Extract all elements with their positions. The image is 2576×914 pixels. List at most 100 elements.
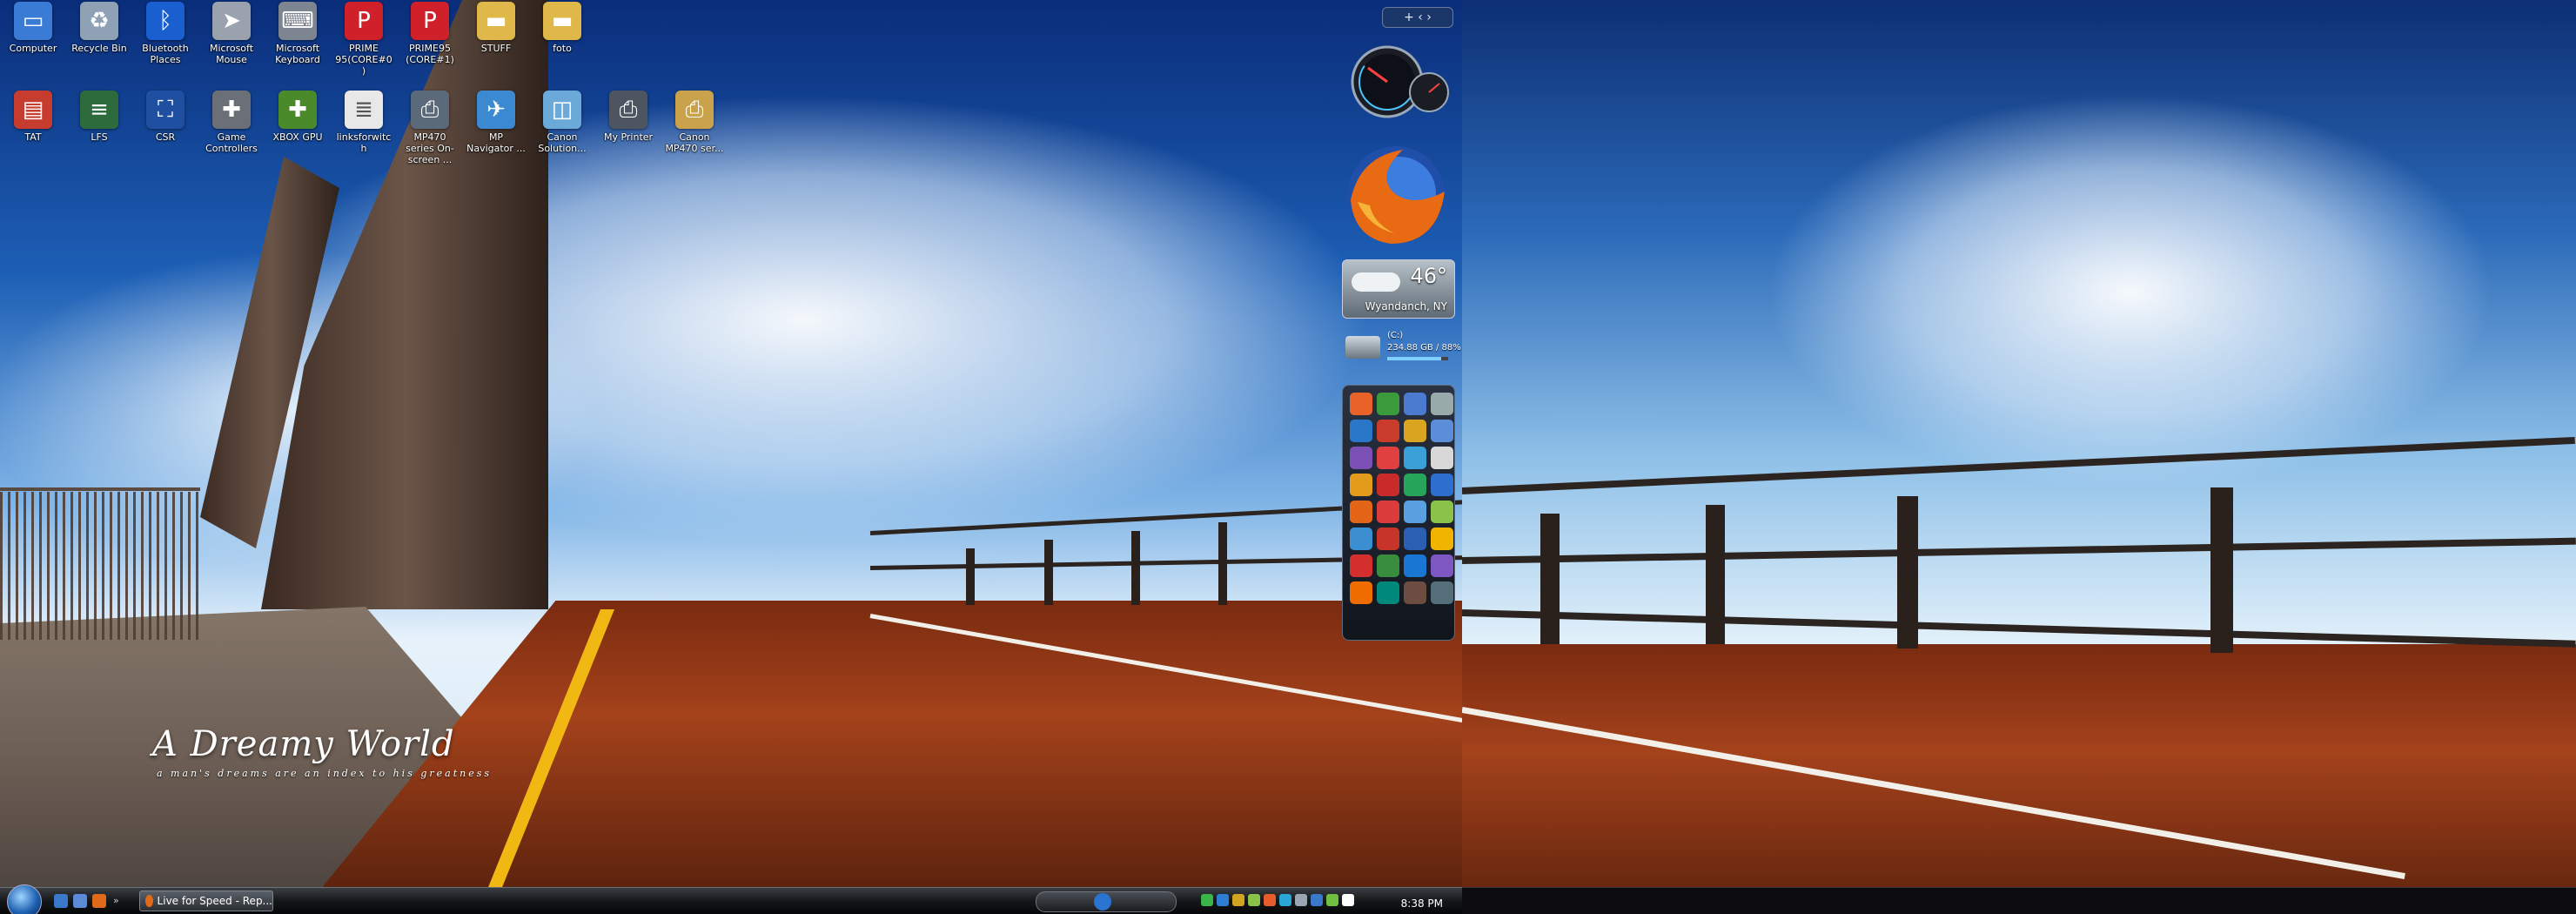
drive-usage-bar [1387, 357, 1448, 360]
railing-post [1044, 540, 1053, 605]
launcher-app-icon[interactable] [1404, 474, 1426, 496]
launcher-app-icon[interactable] [1431, 420, 1453, 442]
launcher-app-icon[interactable] [1377, 554, 1399, 577]
sidebar-controls[interactable]: + ‹ › [1382, 7, 1453, 28]
launcher-app-icon[interactable] [1377, 420, 1399, 442]
launcher-app-icon[interactable] [1350, 474, 1372, 496]
taskbar-button-live-for-speed[interactable]: Live for Speed - Rep... [139, 890, 273, 911]
launcher-app-icon[interactable] [1431, 393, 1453, 415]
desktop-icon-tat[interactable]: ▤ TAT [3, 91, 63, 143]
firefox-icon [145, 895, 153, 907]
launcher-app-icon[interactable] [1431, 528, 1453, 550]
launcher-app-icon[interactable] [1350, 581, 1372, 604]
desktop-icon-canon-solution[interactable]: ◫ Canon Solution... [533, 91, 592, 154]
csr-icon: ⛶ [146, 91, 184, 129]
launcher-app-icon[interactable] [1350, 554, 1372, 577]
quicklaunch-desktop-icon[interactable] [54, 894, 68, 908]
desktop-icon-microsoft-mouse[interactable]: ➤ Microsoft Mouse [202, 2, 261, 65]
desktop-icon-my-printer[interactable]: ⎙ My Printer [599, 91, 658, 143]
desktop-icon-xbox-gpu[interactable]: ✚ XBOX GPU [268, 91, 327, 143]
tray-icon[interactable] [1248, 894, 1260, 906]
media-player-toolbar[interactable] [1036, 891, 1177, 912]
desktop-icon-microsoft-keyboard[interactable]: ⌨ Microsoft Keyboard [268, 2, 327, 65]
launcher-app-icon[interactable] [1431, 447, 1453, 469]
launcher-app-icon[interactable] [1431, 501, 1453, 523]
railing-post [966, 548, 975, 605]
desktop-icon-mp-navigator[interactable]: ✈ MP Navigator ... [466, 91, 526, 154]
left-fence [0, 492, 200, 640]
left-monitor: ▭ Computer ♻ Recycle Bin ᛒ Bluetooth Pla… [0, 0, 1462, 914]
launcher-app-icon[interactable] [1431, 581, 1453, 604]
launcher-app-icon[interactable] [1377, 581, 1399, 604]
launcher-app-icon[interactable] [1404, 554, 1426, 577]
tray-icon[interactable] [1326, 894, 1338, 906]
tray-icon[interactable] [1201, 894, 1213, 906]
weather-location: Wyandanch, NY [1365, 300, 1447, 313]
lfs-icon: ≡ [80, 91, 118, 129]
tray-icon[interactable] [1232, 894, 1244, 906]
app-launcher-gadget[interactable] [1342, 385, 1455, 641]
quicklaunch-switch-icon[interactable] [73, 894, 87, 908]
firefox-icon [1347, 146, 1445, 244]
prime95-icon: P [411, 2, 449, 40]
quicklaunch-expand-icon[interactable]: » [113, 895, 119, 906]
launcher-app-icon[interactable] [1404, 501, 1426, 523]
quicklaunch-firefox-icon[interactable] [92, 894, 106, 908]
launcher-app-icon[interactable] [1350, 393, 1372, 415]
desktop-icon-csr[interactable]: ⛶ CSR [136, 91, 195, 143]
left-railing [0, 487, 200, 491]
cpu-meter-gadget[interactable] [1342, 42, 1453, 122]
launcher-app-icon[interactable] [1377, 501, 1399, 523]
launcher-app-icon[interactable] [1404, 393, 1426, 415]
desktop-icon-canon-mp470[interactable]: ⎙ Canon MP470 ser... [665, 91, 724, 154]
launcher-app-icon[interactable] [1377, 528, 1399, 550]
desktop-icon-prime95-core1[interactable]: P PRIME95 (CORE#1) [400, 2, 460, 65]
drive-meter-gadget[interactable]: (C:) 234.88 GB / 88% [1342, 329, 1461, 366]
desktop-icon-mp470-onscreen[interactable]: ⎙ MP470 series On-screen ... [400, 91, 460, 165]
desktop-icon-prime95-core0[interactable]: P PRIME 95(CORE#0) [334, 2, 393, 77]
launcher-app-icon[interactable] [1350, 447, 1372, 469]
launcher-app-icon[interactable] [1350, 501, 1372, 523]
firefox-gadget[interactable] [1342, 139, 1453, 252]
launcher-app-icon[interactable] [1350, 420, 1372, 442]
clock[interactable]: 8:38 PM [1401, 897, 1443, 910]
launcher-app-icon[interactable] [1350, 528, 1372, 550]
start-button[interactable] [7, 884, 42, 914]
tray-icon[interactable] [1279, 894, 1291, 906]
drive-stats: 234.88 GB / 88% [1387, 343, 1461, 353]
desktop-icon-bluetooth-places[interactable]: ᛒ Bluetooth Places [136, 2, 195, 65]
play-icon[interactable] [1094, 893, 1111, 911]
canon-solution-icon: ◫ [543, 91, 581, 129]
launcher-app-icon[interactable] [1404, 581, 1426, 604]
tray-icon[interactable] [1217, 894, 1229, 906]
desktop-icon-game-controllers[interactable]: ✚ Game Controllers [202, 91, 261, 154]
tray-icon[interactable] [1342, 894, 1354, 906]
gamepad-icon: ✚ [212, 91, 251, 129]
desktop-icon-recycle-bin[interactable]: ♻ Recycle Bin [70, 2, 129, 54]
launcher-app-icon[interactable] [1377, 393, 1399, 415]
launcher-app-icon[interactable] [1431, 554, 1453, 577]
launcher-app-icon[interactable] [1377, 447, 1399, 469]
launcher-app-icon[interactable] [1431, 474, 1453, 496]
launcher-app-icon[interactable] [1404, 420, 1426, 442]
desktop-icon-stuff[interactable]: ▬ STUFF [466, 2, 526, 54]
railing-post [1131, 531, 1140, 605]
weather-temperature: 46° [1410, 264, 1447, 288]
weather-gadget[interactable]: 46° Wyandanch, NY [1342, 259, 1455, 319]
tray-icon[interactable] [1295, 894, 1307, 906]
launcher-app-icon[interactable] [1404, 447, 1426, 469]
xbox-controller-icon: ✚ [278, 91, 317, 129]
tray-icon[interactable] [1311, 894, 1323, 906]
launcher-app-icon[interactable] [1404, 528, 1426, 550]
launcher-app-icon[interactable] [1377, 474, 1399, 496]
tat-icon: ▤ [14, 91, 52, 129]
desktop-icon-linksforwitch[interactable]: ≣ linksforwitch [334, 91, 393, 154]
desktop-icon-foto[interactable]: ▬ foto [533, 2, 592, 54]
system-tray[interactable]: 8:38 PM [1201, 891, 1453, 911]
gauge-icon [1351, 45, 1449, 118]
recycle-bin-icon: ♻ [80, 2, 118, 40]
desktop-icon-lfs[interactable]: ≡ LFS [70, 91, 129, 143]
bluetooth-icon: ᛒ [146, 2, 184, 40]
tray-icon[interactable] [1264, 894, 1276, 906]
desktop-icon-computer[interactable]: ▭ Computer [3, 2, 63, 54]
